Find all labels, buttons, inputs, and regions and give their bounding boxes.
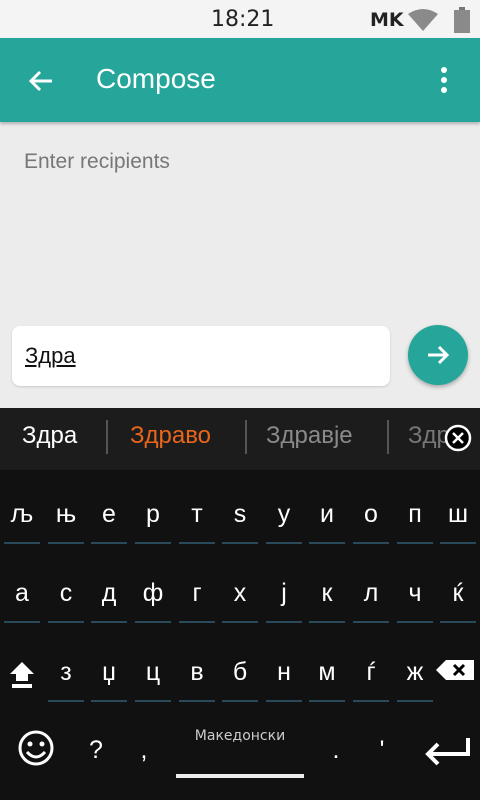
send-button[interactable] bbox=[408, 325, 468, 385]
page-title: Compose bbox=[96, 63, 216, 94]
shift-key[interactable] bbox=[0, 644, 44, 704]
space-key[interactable]: Македонски bbox=[176, 714, 304, 788]
key[interactable]: ќ bbox=[436, 565, 480, 625]
key[interactable]: т bbox=[175, 486, 219, 546]
key[interactable]: с bbox=[44, 565, 88, 625]
shift-icon bbox=[10, 662, 34, 688]
key[interactable]: ж bbox=[393, 644, 437, 704]
comma-key[interactable]: , bbox=[122, 722, 166, 782]
key[interactable]: ч bbox=[393, 565, 437, 625]
suggestion-bar: Здра Здраво Здравје Здра bbox=[0, 408, 480, 470]
status-bar: 18:21 MK bbox=[0, 0, 480, 38]
suggestion-alt[interactable]: Здравје bbox=[266, 422, 353, 450]
backspace-icon bbox=[436, 660, 474, 680]
suggestion-divider bbox=[106, 420, 108, 454]
key[interactable]: а bbox=[0, 565, 44, 625]
key[interactable]: л bbox=[349, 565, 393, 625]
key[interactable]: г bbox=[175, 565, 219, 625]
suggestion-primary[interactable]: Здраво bbox=[130, 422, 211, 450]
key[interactable]: ј bbox=[262, 565, 306, 625]
space-bar-line bbox=[176, 774, 304, 778]
key[interactable]: н bbox=[262, 644, 306, 704]
key[interactable]: п bbox=[393, 486, 437, 546]
message-text: Здра bbox=[25, 343, 76, 368]
overflow-menu-icon[interactable] bbox=[430, 62, 458, 102]
key[interactable]: љ bbox=[0, 486, 44, 546]
suggestion-typed[interactable]: Здра bbox=[22, 422, 77, 450]
emoji-icon bbox=[18, 730, 54, 766]
question-key[interactable]: ? bbox=[74, 722, 118, 782]
enter-key[interactable] bbox=[414, 722, 474, 782]
key-area: љ њ е р т ѕ у и о п ш а с д ф г х ј к л … bbox=[0, 470, 480, 800]
key[interactable]: ц bbox=[131, 644, 175, 704]
key[interactable]: м bbox=[305, 644, 349, 704]
back-arrow-icon[interactable] bbox=[20, 60, 62, 102]
key[interactable]: о bbox=[349, 486, 393, 546]
key[interactable]: х bbox=[218, 565, 262, 625]
enter-icon bbox=[425, 738, 470, 766]
suggestion-divider bbox=[245, 420, 247, 454]
recipients-input[interactable]: Enter recipients bbox=[24, 150, 170, 174]
app-bar: Compose bbox=[0, 38, 480, 122]
battery-icon bbox=[454, 7, 470, 33]
key[interactable]: ѕ bbox=[218, 486, 262, 546]
wifi-icon bbox=[408, 9, 438, 31]
keyboard: Здра Здраво Здравје Здра љ њ е р т ѕ у и… bbox=[0, 408, 480, 800]
key[interactable]: ѓ bbox=[349, 644, 393, 704]
status-time: 18:21 bbox=[211, 7, 275, 32]
key[interactable]: ф bbox=[131, 565, 175, 625]
key[interactable]: џ bbox=[87, 644, 131, 704]
suggestion-divider bbox=[387, 420, 389, 454]
apostrophe-key[interactable]: ' bbox=[360, 722, 404, 782]
key[interactable]: и bbox=[305, 486, 349, 546]
period-key[interactable]: . bbox=[314, 722, 358, 782]
key[interactable]: в bbox=[175, 644, 219, 704]
send-arrow-icon bbox=[428, 345, 450, 365]
key[interactable]: е bbox=[87, 486, 131, 546]
key[interactable]: р bbox=[131, 486, 175, 546]
backspace-key[interactable] bbox=[432, 644, 480, 704]
key[interactable]: к bbox=[305, 565, 349, 625]
emoji-key[interactable] bbox=[14, 722, 58, 782]
key[interactable]: ш bbox=[436, 486, 480, 546]
close-suggestions-icon[interactable] bbox=[444, 424, 472, 452]
message-input[interactable]: Здра bbox=[12, 326, 390, 386]
status-carrier: MK bbox=[370, 9, 404, 31]
key[interactable]: у bbox=[262, 486, 306, 546]
key[interactable]: д bbox=[87, 565, 131, 625]
key[interactable]: б bbox=[218, 644, 262, 704]
key[interactable]: з bbox=[44, 644, 88, 704]
language-label: Македонски bbox=[194, 728, 286, 744]
key[interactable]: њ bbox=[44, 486, 88, 546]
